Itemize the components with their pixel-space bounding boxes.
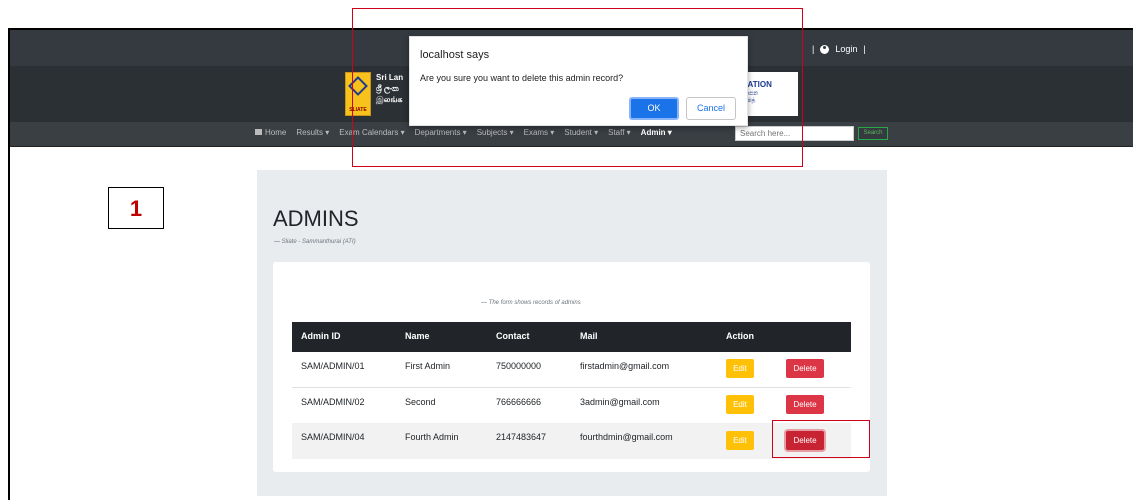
cell-name: First Admin xyxy=(405,361,451,371)
login-separator-right: | xyxy=(863,44,866,54)
cell-contact: 750000000 xyxy=(496,361,542,371)
search-button[interactable]: Search xyxy=(858,127,888,140)
table-row xyxy=(292,352,851,388)
cell-contact: 766666666 xyxy=(496,397,542,407)
column-header-mail: Mail xyxy=(580,331,598,341)
nav-item-label: Home xyxy=(265,128,287,137)
page-subtitle: — Sliate - Sammanthurai (ATI) xyxy=(274,239,356,245)
table-row xyxy=(292,388,851,424)
user-circle-icon xyxy=(820,44,830,54)
home-icon xyxy=(255,129,262,135)
cell-name: Fourth Admin xyxy=(405,432,459,442)
cell-name: Second xyxy=(405,397,436,407)
page-title: ADMINS xyxy=(273,206,359,231)
nav-item-results[interactable]: Results ▾ xyxy=(296,128,329,137)
login-area: | Login | xyxy=(812,44,866,54)
dialog-message: Are you sure you want to delete this adm… xyxy=(420,73,624,83)
cancel-button[interactable]: Cancel xyxy=(686,97,736,120)
column-header-contact: Contact xyxy=(496,331,530,341)
nav-item-home[interactable]: Home xyxy=(255,128,286,137)
column-header-action: Action xyxy=(726,331,754,341)
screenshot-stage: | Login | SLIATE Sri Lan ශ්‍රී ලංක இலங்க… xyxy=(0,0,1133,500)
delete-button[interactable]: Delete xyxy=(786,359,824,378)
edit-button[interactable]: Edit xyxy=(726,359,754,378)
cell-mail: 3admin@gmail.com xyxy=(580,397,660,407)
cell-mail: fourthdmin@gmail.com xyxy=(580,432,673,442)
cell-admin-id: SAM/ADMIN/02 xyxy=(301,397,365,407)
table-header xyxy=(292,322,851,352)
column-header-name: Name xyxy=(405,331,430,341)
dialog-title: localhost says xyxy=(420,49,490,61)
step-number: 1 xyxy=(129,196,143,221)
column-header-admin-id: Admin ID xyxy=(301,331,341,341)
delete-highlight-box xyxy=(772,420,870,458)
cell-mail: firstadmin@gmail.com xyxy=(580,361,670,371)
table-caption: — The form shows records of admins xyxy=(481,300,581,306)
cell-admin-id: SAM/ADMIN/01 xyxy=(301,361,365,371)
edit-button[interactable]: Edit xyxy=(726,395,754,414)
table-row xyxy=(292,423,851,459)
login-link[interactable]: Login xyxy=(835,44,857,54)
confirm-dialog: localhost says Are you sure you want to … xyxy=(409,36,748,126)
cell-admin-id: SAM/ADMIN/04 xyxy=(301,432,365,442)
delete-button[interactable]: Delete xyxy=(786,395,824,414)
step-marker: 1 xyxy=(108,187,164,229)
login-separator-left: | xyxy=(812,44,815,54)
cell-contact: 2147483647 xyxy=(496,432,547,442)
edit-button[interactable]: Edit xyxy=(726,431,754,450)
ok-button[interactable]: OK xyxy=(629,97,679,120)
